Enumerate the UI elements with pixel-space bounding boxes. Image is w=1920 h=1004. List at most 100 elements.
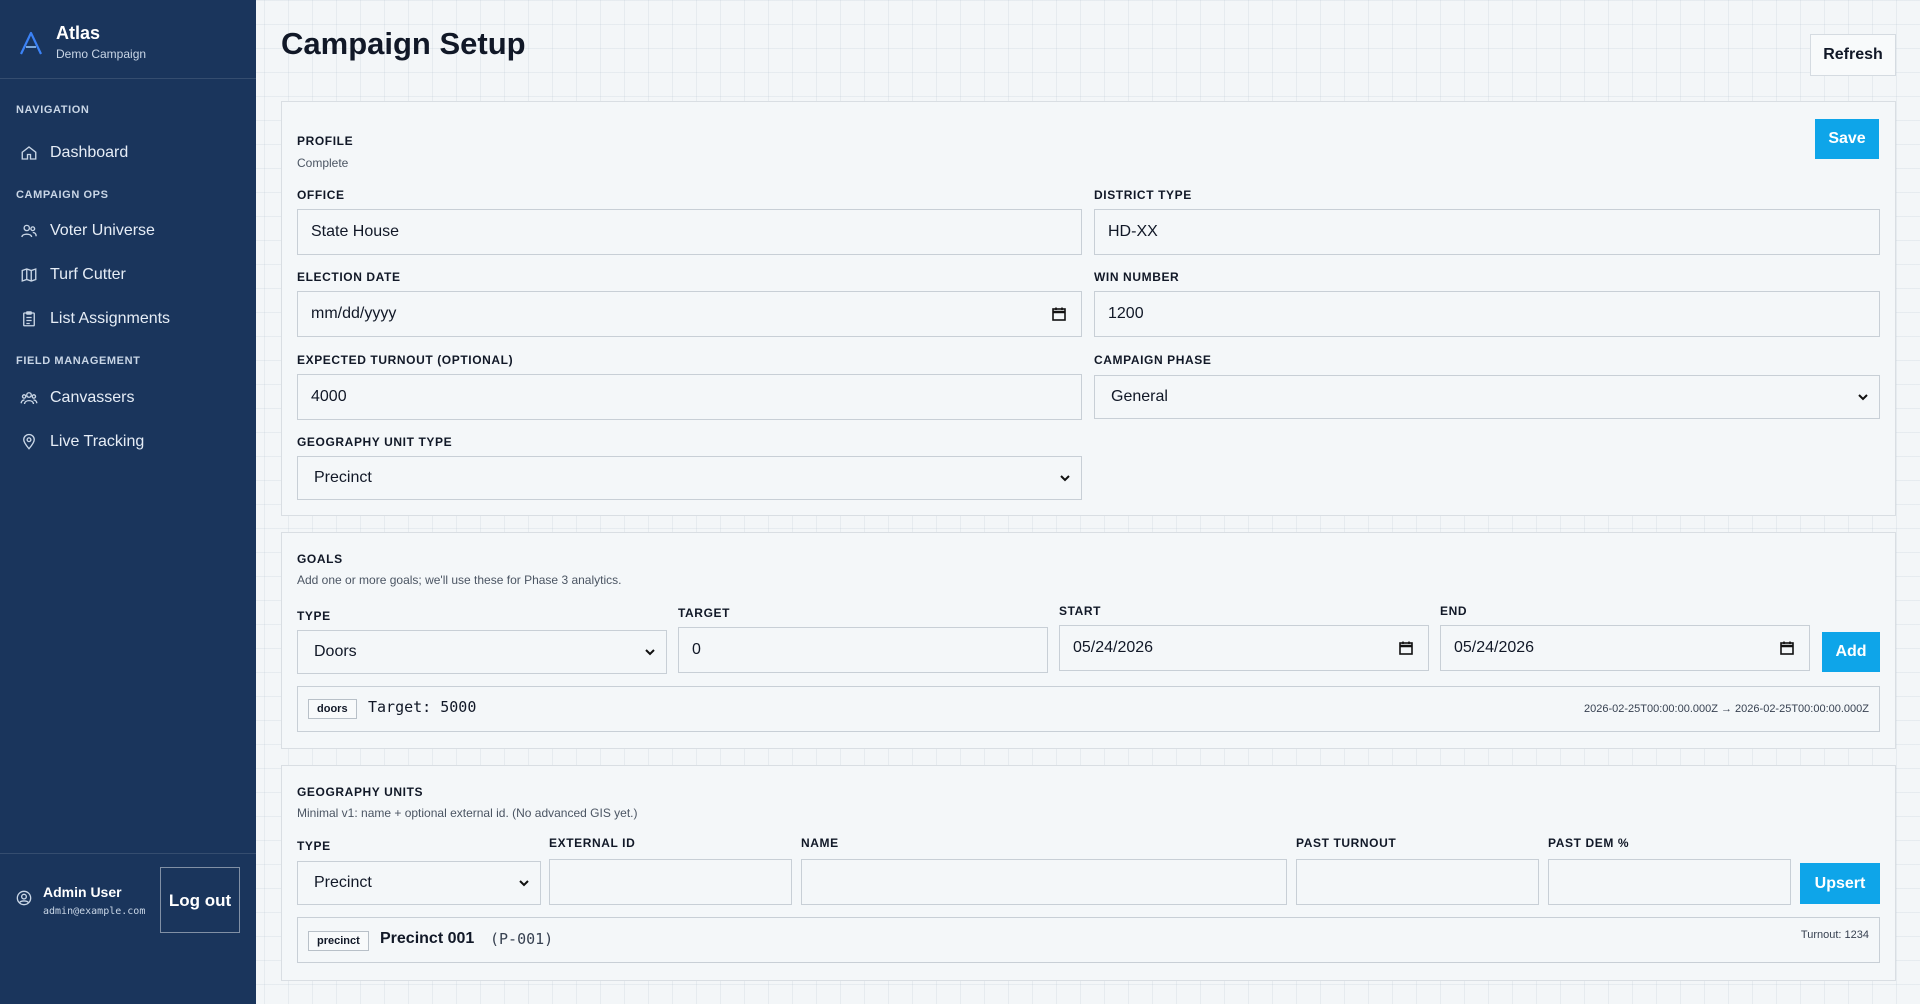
geography-unit-type-value: Precinct [314, 469, 372, 486]
chevron-down-icon [1858, 394, 1868, 401]
user-panel: Admin User admin@example.com Log out [0, 853, 256, 1004]
atlas-logo-icon [20, 31, 42, 55]
add-goal-button[interactable]: Add [1822, 632, 1880, 672]
sidebar-item-canvassers[interactable]: Canvassers [16, 380, 240, 416]
page-title: Campaign Setup [281, 26, 526, 61]
goal-start-date-input[interactable]: 05/24/2026 [1059, 625, 1429, 671]
goals-title: GOALS [297, 552, 343, 566]
geography-unit-type-label: GEOGRAPHY UNIT TYPE [297, 435, 453, 449]
election-date-input[interactable]: mm/dd/yyyy [297, 291, 1082, 337]
win-number-label: WIN NUMBER [1094, 270, 1180, 284]
refresh-button[interactable]: Refresh [1810, 34, 1896, 76]
brand-subtitle: Demo Campaign [56, 47, 147, 61]
users-icon [21, 224, 37, 238]
profile-card: PROFILE Complete Save OFFICE DISTRICT TY… [281, 101, 1896, 516]
user-circle-icon [16, 890, 32, 906]
election-date-placeholder: mm/dd/yyyy [311, 305, 397, 322]
map-icon [21, 268, 37, 282]
goal-target-text: Target: 5000 [368, 698, 477, 716]
home-icon [21, 146, 37, 160]
goals-subtitle: Add one or more goals; we'll use these f… [297, 573, 622, 587]
calendar-icon[interactable] [1779, 640, 1795, 656]
chevron-down-icon [645, 649, 655, 656]
geography-subtitle: Minimal v1: name + optional external id.… [297, 806, 638, 820]
past-turnout-input[interactable] [1296, 859, 1539, 905]
goal-type-value: Doors [314, 643, 357, 660]
sidebar-item-dashboard[interactable]: Dashboard [16, 135, 240, 171]
sidebar-item-list-assignments[interactable]: List Assignments [16, 301, 240, 337]
election-date-label: ELECTION DATE [297, 270, 401, 284]
brand: Atlas Demo Campaign [0, 0, 256, 79]
past-dem-input[interactable] [1548, 859, 1791, 905]
district-type-label: DISTRICT TYPE [1094, 188, 1192, 202]
past-dem-label: PAST DEM % [1548, 836, 1630, 850]
save-button[interactable]: Save [1815, 119, 1879, 159]
sidebar-item-label: List Assignments [50, 310, 171, 327]
sidebar-item-label: Canvassers [50, 389, 135, 406]
nav-section-navigation: NAVIGATION [16, 104, 90, 116]
geography-title: GEOGRAPHY UNITS [297, 785, 424, 799]
external-id-label: EXTERNAL ID [549, 836, 636, 850]
geo-type-tag: precinct [308, 931, 369, 951]
geo-type-value: Precinct [314, 874, 372, 891]
chevron-down-icon [1060, 475, 1070, 482]
goal-type-select[interactable]: Doors [297, 630, 667, 674]
goal-start-date-value: 05/24/2026 [1073, 639, 1154, 656]
goal-date-range: 2026-02-25T00:00:00.000Z → 2026-02-25T00… [1584, 703, 1869, 715]
user-name: Admin User [43, 884, 122, 900]
geo-unit-turnout: Turnout: 1234 [1800, 929, 1869, 941]
brand-name: Atlas [56, 23, 101, 43]
sidebar-item-label: Live Tracking [50, 433, 145, 450]
sidebar-item-label: Turf Cutter [50, 266, 126, 283]
clipboard-list-icon [23, 311, 35, 327]
location-pin-icon [23, 433, 35, 450]
sidebar: Atlas Demo Campaign NAVIGATION Dashboard… [0, 0, 256, 1004]
geo-unit-external-id: (P-001) [490, 930, 554, 948]
expected-turnout-label: EXPECTED TURNOUT (OPTIONAL) [297, 353, 514, 367]
sidebar-item-turf-cutter[interactable]: Turf Cutter [16, 257, 240, 293]
office-input[interactable] [297, 209, 1082, 255]
chevron-down-icon [519, 880, 529, 887]
nav-section-field-management: FIELD MANAGEMENT [16, 355, 141, 367]
calendar-icon[interactable] [1398, 640, 1414, 656]
sidebar-item-live-tracking[interactable]: Live Tracking [16, 424, 240, 460]
goal-end-label: END [1440, 604, 1468, 618]
goal-start-label: START [1059, 604, 1102, 618]
geo-type-select[interactable]: Precinct [297, 861, 541, 905]
geo-unit-name: Precinct 001 [380, 930, 475, 947]
external-id-input[interactable] [549, 859, 792, 905]
district-type-input[interactable] [1094, 209, 1880, 255]
nav-section-campaign-ops: CAMPAIGN OPS [16, 189, 109, 201]
team-icon [20, 392, 38, 405]
name-label: NAME [801, 836, 839, 850]
geo-type-label: TYPE [297, 839, 331, 853]
geography-units-card: GEOGRAPHY UNITS Minimal v1: name + optio… [281, 765, 1896, 981]
geo-name-input[interactable] [801, 859, 1287, 905]
goal-target-input[interactable] [678, 627, 1048, 673]
sidebar-item-label: Dashboard [50, 144, 129, 161]
goal-type-tag: doors [308, 699, 357, 719]
goal-target-label: TARGET [678, 606, 731, 620]
upsert-button[interactable]: Upsert [1800, 863, 1880, 904]
profile-title: PROFILE [297, 134, 354, 148]
goal-list-item: doors Target: 5000 2026-02-25T00:00:00.0… [297, 686, 1880, 732]
logout-button[interactable]: Log out [160, 867, 240, 933]
goals-card: GOALS Add one or more goals; we'll use t… [281, 532, 1896, 749]
geography-unit-type-select[interactable]: Precinct [297, 456, 1082, 500]
campaign-phase-value: General [1111, 388, 1168, 405]
expected-turnout-input[interactable] [297, 374, 1082, 420]
win-number-input[interactable] [1094, 291, 1880, 337]
calendar-icon[interactable] [1051, 306, 1067, 322]
geography-list-item: precinct Precinct 001 (P-001) Turnout: 1… [297, 917, 1880, 963]
profile-status: Complete [297, 156, 349, 170]
campaign-phase-label: CAMPAIGN PHASE [1094, 353, 1212, 367]
sidebar-item-label: Voter Universe [50, 222, 155, 239]
office-label: OFFICE [297, 188, 345, 202]
campaign-phase-select[interactable]: General [1094, 375, 1880, 419]
goal-end-date-value: 05/24/2026 [1454, 639, 1535, 656]
goal-type-label: TYPE [297, 609, 331, 623]
goal-end-date-input[interactable]: 05/24/2026 [1440, 625, 1810, 671]
sidebar-item-voter-universe[interactable]: Voter Universe [16, 213, 240, 249]
user-email: admin@example.com [43, 906, 146, 917]
past-turnout-label: PAST TURNOUT [1296, 836, 1397, 850]
